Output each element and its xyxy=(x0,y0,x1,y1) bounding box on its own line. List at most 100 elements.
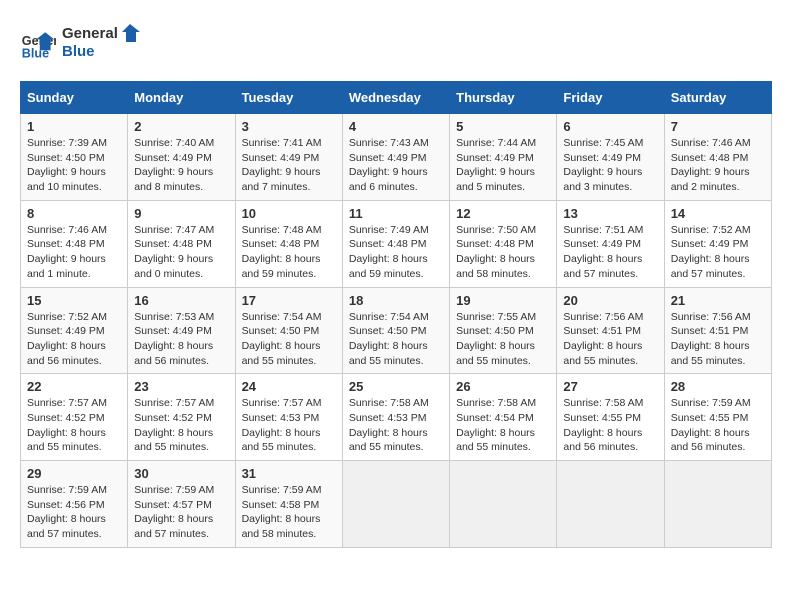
calendar-cell: 28 Sunrise: 7:59 AMSunset: 4:55 PMDayligh… xyxy=(664,374,771,461)
week-row-5: 29Sunrise: 7:59 AMSunset: 4:56 PMDayligh… xyxy=(21,461,772,548)
calendar-cell: 27 Sunrise: 7:58 AMSunset: 4:55 PMDayligh… xyxy=(557,374,664,461)
day-info: Sunrise: 7:41 AMSunset: 4:49 PMDaylight:… xyxy=(242,136,336,195)
column-header-wednesday: Wednesday xyxy=(342,82,449,114)
day-number: 28 xyxy=(671,379,765,394)
calendar-cell: 9 Sunrise: 7:47 AMSunset: 4:48 PMDaylight… xyxy=(128,200,235,287)
calendar-cell: 6Sunrise: 7:45 AMSunset: 4:49 PMDaylight… xyxy=(557,114,664,201)
day-info: Sunrise: 7:59 AMSunset: 4:56 PMDaylight:… xyxy=(27,483,121,542)
week-row-2: 8 Sunrise: 7:46 AMSunset: 4:48 PMDaylight… xyxy=(21,200,772,287)
day-info: Sunrise: 7:43 AMSunset: 4:49 PMDaylight:… xyxy=(349,136,443,195)
day-number: 22 xyxy=(27,379,121,394)
calendar-cell: 24 Sunrise: 7:57 AMSunset: 4:53 PMDayligh… xyxy=(235,374,342,461)
day-number: 9 xyxy=(134,206,228,221)
column-header-tuesday: Tuesday xyxy=(235,82,342,114)
day-number: 27 xyxy=(563,379,657,394)
day-info: Sunrise: 7:46 AMSunset: 4:48 PMDaylight:… xyxy=(27,223,121,282)
calendar-cell: 30Sunrise: 7:59 AMSunset: 4:57 PMDayligh… xyxy=(128,461,235,548)
calendar-cell: 17 Sunrise: 7:54 AMSunset: 4:50 PMDayligh… xyxy=(235,287,342,374)
day-number: 3 xyxy=(242,119,336,134)
day-info: Sunrise: 7:50 AMSunset: 4:48 PMDaylight:… xyxy=(456,223,550,282)
svg-text:General: General xyxy=(62,25,118,42)
calendar-cell: 4 Sunrise: 7:43 AMSunset: 4:49 PMDaylight… xyxy=(342,114,449,201)
day-info: Sunrise: 7:44 AMSunset: 4:49 PMDaylight:… xyxy=(456,136,550,195)
day-number: 11 xyxy=(349,206,443,221)
day-number: 14 xyxy=(671,206,765,221)
day-number: 4 xyxy=(349,119,443,134)
column-header-thursday: Thursday xyxy=(450,82,557,114)
day-info: Sunrise: 7:51 AMSunset: 4:49 PMDaylight:… xyxy=(563,223,657,282)
calendar-cell: 21 Sunrise: 7:56 AMSunset: 4:51 PMDayligh… xyxy=(664,287,771,374)
calendar-cell xyxy=(342,461,449,548)
calendar-cell: 20 Sunrise: 7:56 AMSunset: 4:51 PMDayligh… xyxy=(557,287,664,374)
day-info: Sunrise: 7:47 AMSunset: 4:48 PMDaylight:… xyxy=(134,223,228,282)
day-info: Sunrise: 7:57 AMSunset: 4:53 PMDaylight:… xyxy=(242,396,336,455)
day-info: Sunrise: 7:55 AMSunset: 4:50 PMDaylight:… xyxy=(456,310,550,369)
calendar-cell xyxy=(557,461,664,548)
calendar-cell: 11 Sunrise: 7:49 AMSunset: 4:48 PMDayligh… xyxy=(342,200,449,287)
calendar-cell xyxy=(664,461,771,548)
calendar-cell xyxy=(450,461,557,548)
week-row-3: 15 Sunrise: 7:52 AMSunset: 4:49 PMDayligh… xyxy=(21,287,772,374)
calendar-table: SundayMondayTuesdayWednesdayThursdayFrid… xyxy=(20,81,772,548)
day-number: 16 xyxy=(134,293,228,308)
day-info: Sunrise: 7:59 AMSunset: 4:55 PMDaylight:… xyxy=(671,396,765,455)
calendar-cell: 2 Sunrise: 7:40 AMSunset: 4:49 PMDaylight… xyxy=(128,114,235,201)
day-number: 23 xyxy=(134,379,228,394)
day-info: Sunrise: 7:54 AMSunset: 4:50 PMDaylight:… xyxy=(242,310,336,369)
column-header-saturday: Saturday xyxy=(664,82,771,114)
calendar-cell: 16 Sunrise: 7:53 AMSunset: 4:49 PMDayligh… xyxy=(128,287,235,374)
column-header-friday: Friday xyxy=(557,82,664,114)
calendar-cell: 19 Sunrise: 7:55 AMSunset: 4:50 PMDayligh… xyxy=(450,287,557,374)
day-info: Sunrise: 7:58 AMSunset: 4:54 PMDaylight:… xyxy=(456,396,550,455)
week-row-4: 22 Sunrise: 7:57 AMSunset: 4:52 PMDayligh… xyxy=(21,374,772,461)
calendar-cell: 26Sunrise: 7:58 AMSunset: 4:54 PMDayligh… xyxy=(450,374,557,461)
day-info: Sunrise: 7:48 AMSunset: 4:48 PMDaylight:… xyxy=(242,223,336,282)
day-info: Sunrise: 7:46 AMSunset: 4:48 PMDaylight:… xyxy=(671,136,765,195)
calendar-cell: 22 Sunrise: 7:57 AMSunset: 4:52 PMDayligh… xyxy=(21,374,128,461)
day-info: Sunrise: 7:52 AMSunset: 4:49 PMDaylight:… xyxy=(27,310,121,369)
day-info: Sunrise: 7:59 AMSunset: 4:58 PMDaylight:… xyxy=(242,483,336,542)
day-number: 8 xyxy=(27,206,121,221)
week-row-1: 1Sunrise: 7:39 AMSunset: 4:50 PMDaylight… xyxy=(21,114,772,201)
day-info: Sunrise: 7:40 AMSunset: 4:49 PMDaylight:… xyxy=(134,136,228,195)
day-info: Sunrise: 7:49 AMSunset: 4:48 PMDaylight:… xyxy=(349,223,443,282)
day-info: Sunrise: 7:53 AMSunset: 4:49 PMDaylight:… xyxy=(134,310,228,369)
day-number: 5 xyxy=(456,119,550,134)
day-info: Sunrise: 7:52 AMSunset: 4:49 PMDaylight:… xyxy=(671,223,765,282)
calendar-header-row: SundayMondayTuesdayWednesdayThursdayFrid… xyxy=(21,82,772,114)
svg-text:Blue: Blue xyxy=(62,43,95,60)
day-number: 10 xyxy=(242,206,336,221)
day-info: Sunrise: 7:58 AMSunset: 4:55 PMDaylight:… xyxy=(563,396,657,455)
calendar-cell: 7 Sunrise: 7:46 AMSunset: 4:48 PMDaylight… xyxy=(664,114,771,201)
logo: General Blue General Blue xyxy=(20,20,142,65)
calendar-cell: 3 Sunrise: 7:41 AMSunset: 4:49 PMDaylight… xyxy=(235,114,342,201)
day-info: Sunrise: 7:56 AMSunset: 4:51 PMDaylight:… xyxy=(671,310,765,369)
day-info: Sunrise: 7:45 AMSunset: 4:49 PMDaylight:… xyxy=(563,136,657,195)
day-number: 1 xyxy=(27,119,121,134)
day-number: 7 xyxy=(671,119,765,134)
logo-icon: General Blue xyxy=(20,25,56,61)
column-header-monday: Monday xyxy=(128,82,235,114)
day-info: Sunrise: 7:54 AMSunset: 4:50 PMDaylight:… xyxy=(349,310,443,369)
calendar-cell: 18Sunrise: 7:54 AMSunset: 4:50 PMDayligh… xyxy=(342,287,449,374)
calendar-cell: 14 Sunrise: 7:52 AMSunset: 4:49 PMDayligh… xyxy=(664,200,771,287)
day-number: 19 xyxy=(456,293,550,308)
logo-svg: General Blue xyxy=(62,20,142,60)
calendar-cell: 5 Sunrise: 7:44 AMSunset: 4:49 PMDaylight… xyxy=(450,114,557,201)
day-number: 2 xyxy=(134,119,228,134)
day-number: 13 xyxy=(563,206,657,221)
day-number: 20 xyxy=(563,293,657,308)
day-number: 17 xyxy=(242,293,336,308)
day-info: Sunrise: 7:56 AMSunset: 4:51 PMDaylight:… xyxy=(563,310,657,369)
calendar-cell: 15 Sunrise: 7:52 AMSunset: 4:49 PMDayligh… xyxy=(21,287,128,374)
day-info: Sunrise: 7:57 AMSunset: 4:52 PMDaylight:… xyxy=(27,396,121,455)
day-number: 15 xyxy=(27,293,121,308)
day-number: 21 xyxy=(671,293,765,308)
day-number: 24 xyxy=(242,379,336,394)
day-number: 25 xyxy=(349,379,443,394)
day-number: 31 xyxy=(242,466,336,481)
calendar-cell: 1Sunrise: 7:39 AMSunset: 4:50 PMDaylight… xyxy=(21,114,128,201)
day-number: 30 xyxy=(134,466,228,481)
day-number: 12 xyxy=(456,206,550,221)
day-info: Sunrise: 7:57 AMSunset: 4:52 PMDaylight:… xyxy=(134,396,228,455)
